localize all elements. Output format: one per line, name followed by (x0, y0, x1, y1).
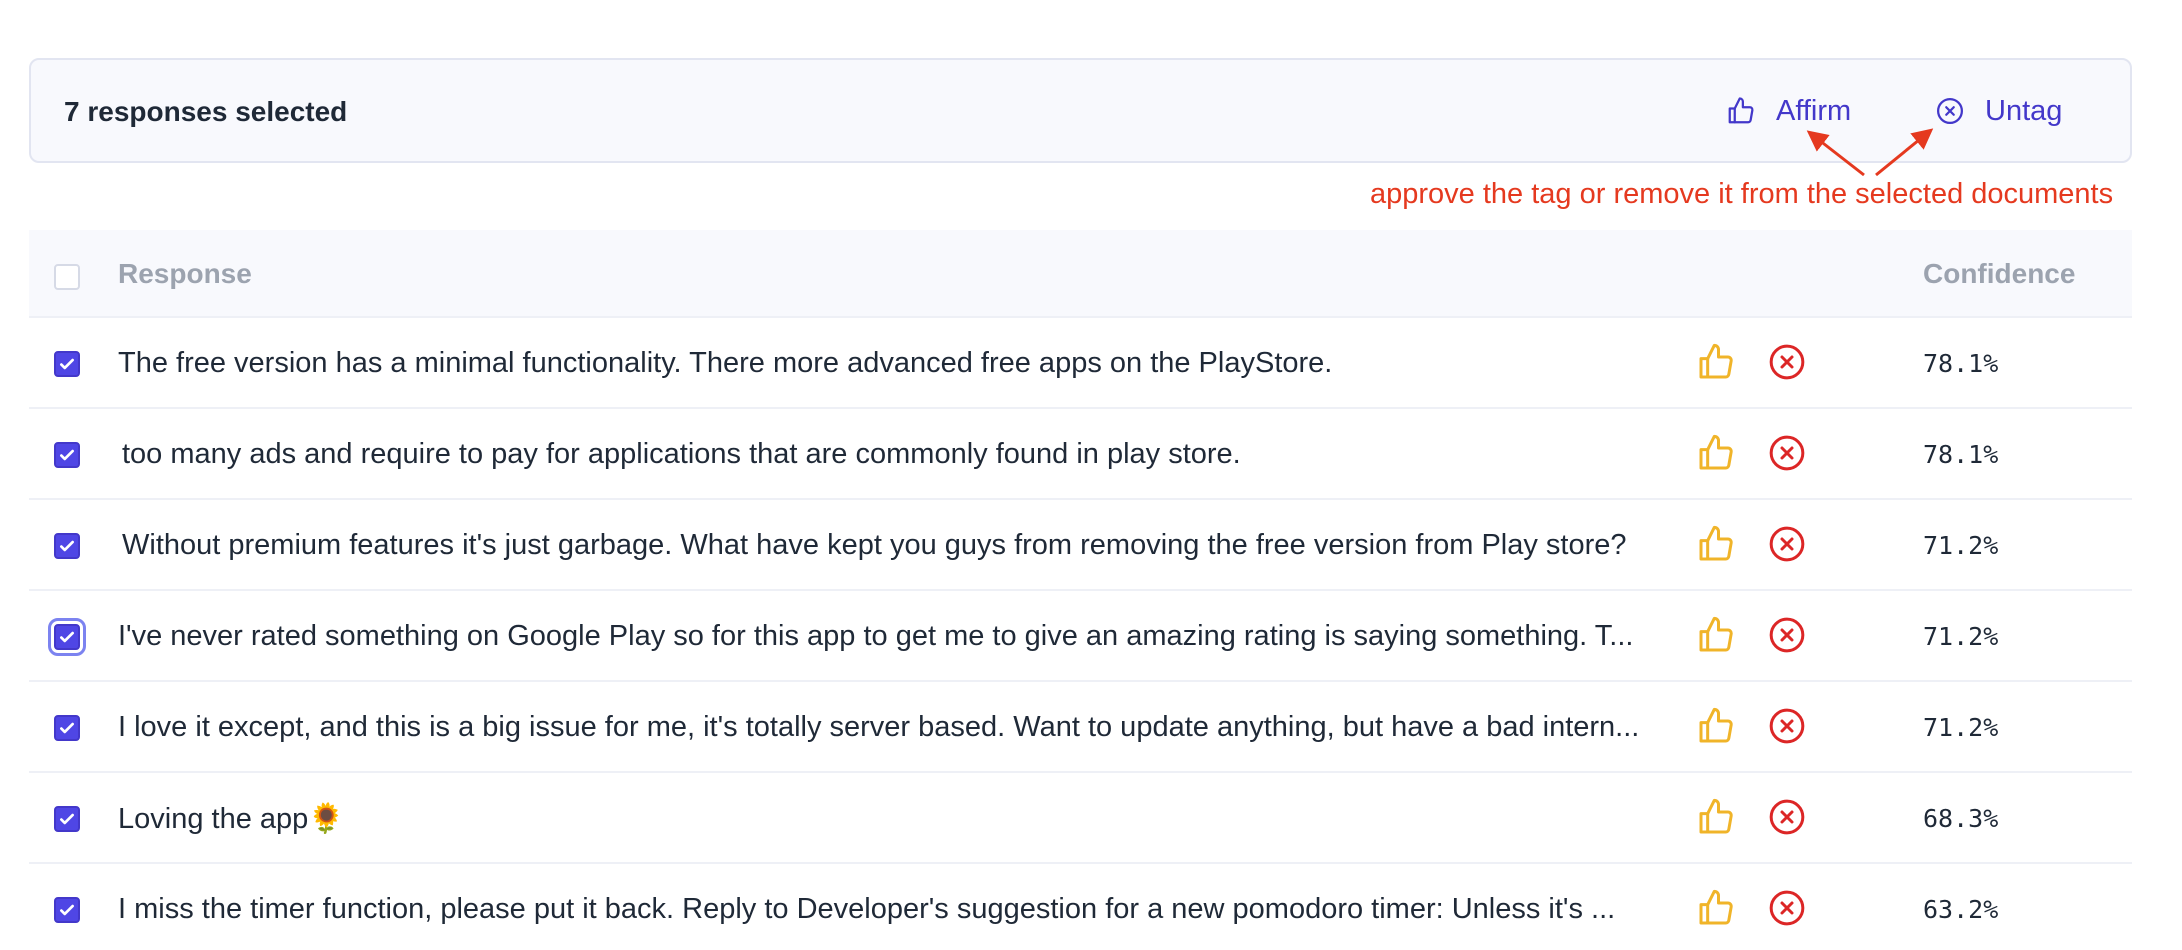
checkmark-icon (60, 358, 74, 370)
row-checkbox[interactable] (48, 618, 86, 656)
x-circle-icon (1769, 890, 1805, 926)
checkmark-icon (60, 540, 74, 552)
untag-button[interactable]: Untag (1935, 90, 2062, 132)
table-row: too many ads and require to pay for appl… (29, 409, 2132, 500)
response-text: The free version has a minimal functiona… (118, 347, 1333, 379)
response-text: too many ads and require to pay for appl… (122, 438, 1241, 470)
thumbs-up-icon (1699, 525, 1733, 561)
selection-bar: 7 responses selected Affirm Untag (29, 58, 2132, 163)
row-affirm-button[interactable] (1696, 615, 1736, 660)
response-text: Loving the app🌻 (118, 803, 345, 835)
table-header: Response Confidence (29, 230, 2132, 318)
thumbs-up-icon (1699, 434, 1733, 470)
row-untag-button[interactable] (1767, 615, 1807, 660)
thumbs-up-icon (1699, 889, 1733, 925)
row-untag-button[interactable] (1767, 706, 1807, 751)
responses-table: Response Confidence The free version has… (29, 230, 2132, 950)
thumbs-up-icon (1699, 616, 1733, 652)
row-untag-button[interactable] (1767, 524, 1807, 569)
checkmark-icon (60, 449, 74, 461)
response-text: I've never rated something on Google Pla… (118, 620, 1634, 652)
selection-count: 7 responses selected (64, 96, 348, 127)
x-circle-icon (1769, 526, 1805, 562)
row-checkbox[interactable] (54, 533, 80, 559)
thumbs-up-icon (1699, 343, 1733, 379)
confidence-value: 71.2% (1923, 531, 1999, 560)
row-affirm-button[interactable] (1696, 524, 1736, 569)
confidence-value: 71.2% (1923, 622, 1999, 651)
response-text: I miss the timer function, please put it… (118, 893, 1616, 925)
select-all-checkbox[interactable] (54, 264, 80, 290)
row-checkbox[interactable] (54, 715, 80, 741)
checkmark-icon (60, 904, 74, 916)
row-affirm-button[interactable] (1696, 706, 1736, 751)
checkmark-icon (60, 813, 74, 825)
row-untag-button[interactable] (1767, 797, 1807, 842)
response-column-header: Response (118, 258, 252, 289)
table-row: Without premium features it's just garba… (29, 500, 2132, 591)
row-checkbox[interactable] (54, 442, 80, 468)
confidence-value: 78.1% (1923, 349, 1999, 378)
checkmark-icon (60, 722, 74, 734)
thumbs-up-icon (1699, 798, 1733, 834)
x-circle-icon (1769, 344, 1805, 380)
x-circle-icon (1769, 435, 1805, 471)
affirm-label: Affirm (1776, 94, 1852, 127)
checkmark-icon (60, 631, 74, 643)
untag-label: Untag (1985, 94, 2063, 127)
table-row: The free version has a minimal functiona… (29, 318, 2132, 409)
confidence-value: 68.3% (1923, 804, 1999, 833)
row-affirm-button[interactable] (1696, 433, 1736, 478)
response-text: I love it except, and this is a big issu… (118, 711, 1640, 743)
row-affirm-button[interactable] (1696, 888, 1736, 933)
row-checkbox[interactable] (54, 897, 80, 923)
x-circle-icon (1769, 617, 1805, 653)
row-affirm-button[interactable] (1696, 342, 1736, 387)
response-text: Without premium features it's just garba… (122, 529, 1627, 561)
row-checkbox[interactable] (54, 351, 80, 377)
table-row: Loving the app🌻 68.3% (29, 773, 2132, 864)
confidence-column-header: Confidence (1923, 258, 2076, 289)
x-circle-icon (1769, 799, 1805, 835)
affirm-button[interactable]: Affirm (1726, 90, 1851, 132)
table-row: I love it except, and this is a big issu… (29, 682, 2132, 773)
confidence-value: 78.1% (1923, 440, 1999, 469)
table-row: I've never rated something on Google Pla… (29, 591, 2132, 682)
confidence-value: 71.2% (1923, 713, 1999, 742)
row-untag-button[interactable] (1767, 433, 1807, 478)
row-untag-button[interactable] (1767, 342, 1807, 387)
confidence-value: 63.2% (1923, 895, 1999, 924)
row-affirm-button[interactable] (1696, 797, 1736, 842)
x-circle-icon (1937, 98, 1963, 124)
x-circle-icon (1769, 708, 1805, 744)
table-row: I miss the timer function, please put it… (29, 864, 2132, 950)
row-untag-button[interactable] (1767, 888, 1807, 933)
annotation-text: approve the tag or remove it from the se… (1370, 178, 2114, 210)
thumbs-up-icon (1728, 97, 1754, 124)
thumbs-up-icon (1699, 707, 1733, 743)
row-checkbox[interactable] (54, 806, 80, 832)
